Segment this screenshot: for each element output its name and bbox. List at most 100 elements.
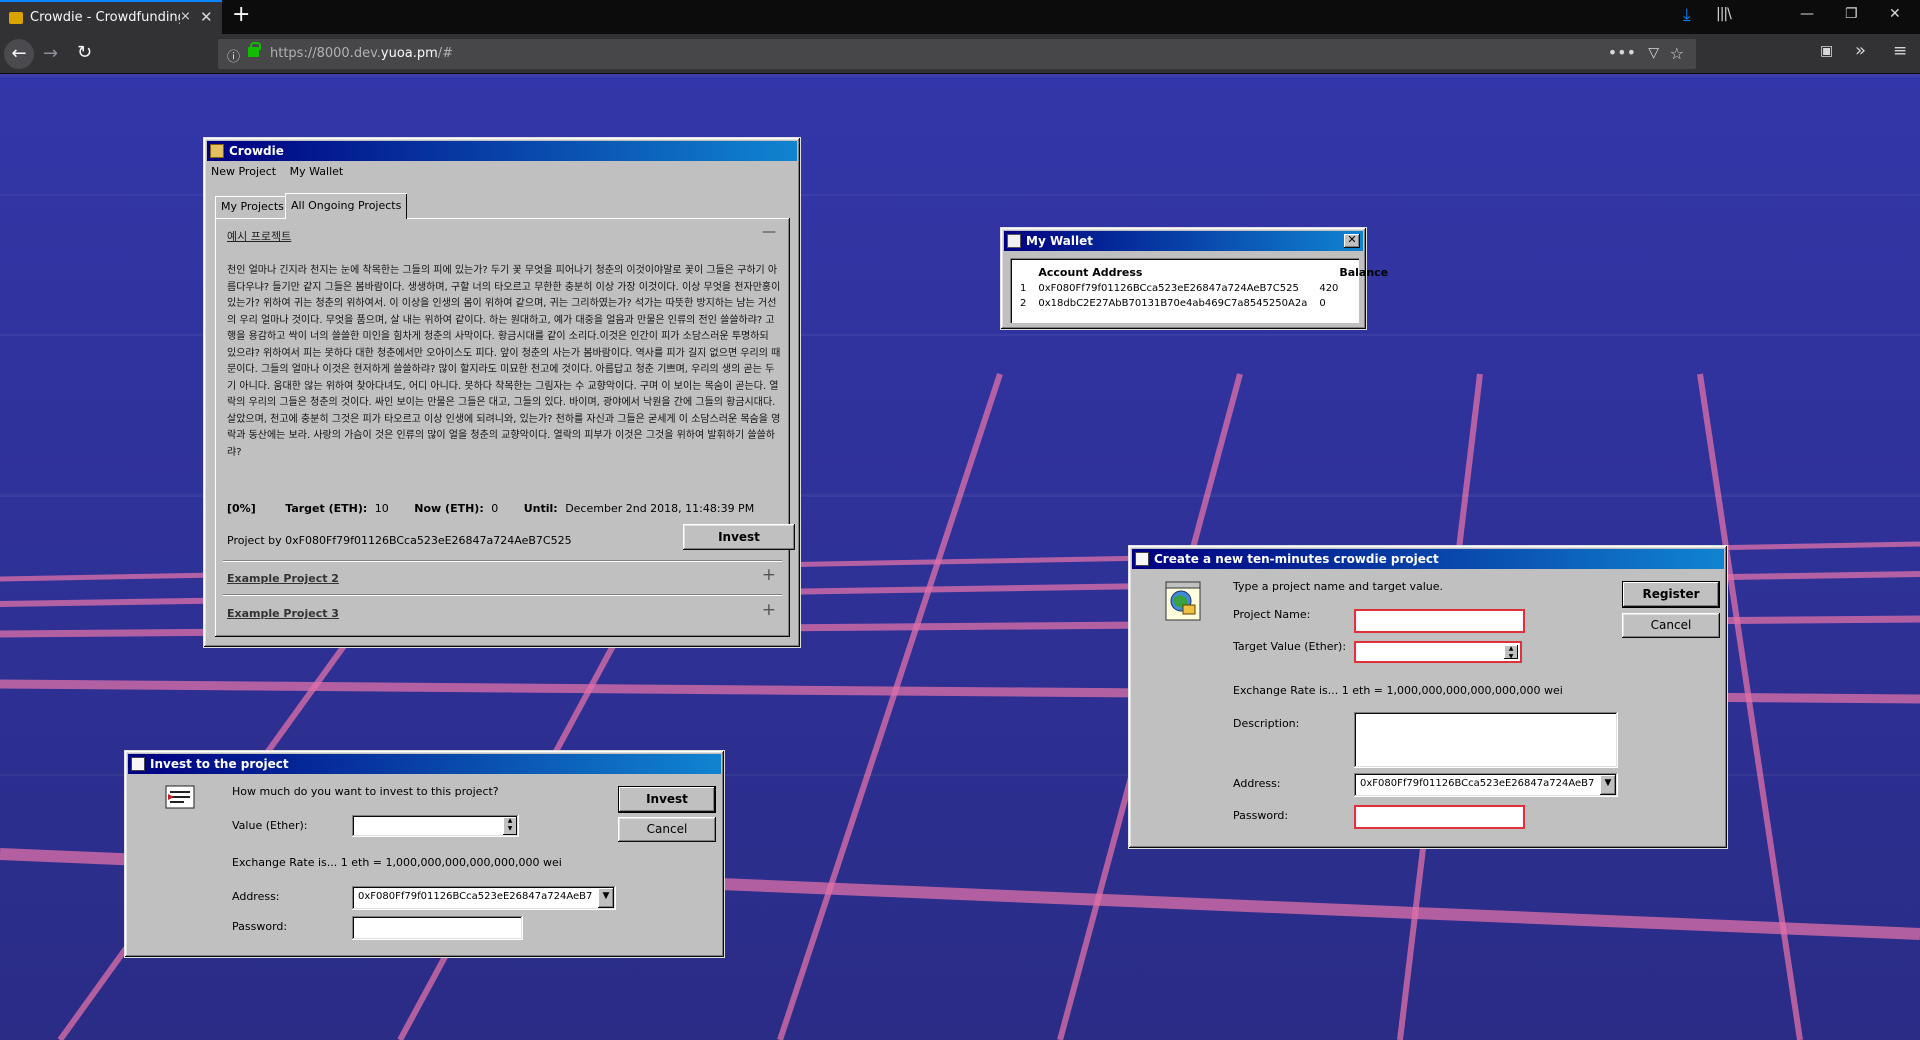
invest-password-input[interactable] [352, 916, 523, 940]
table-row[interactable]: 1 0xF080Ff79f01126BCca523eE26847a724AeB7… [1014, 281, 1394, 296]
document-globe-icon [1165, 581, 1201, 621]
wallet-title: My Wallet [1026, 234, 1093, 248]
close-icon[interactable]: ✕ [1344, 234, 1360, 248]
target-value-label: Target Value (Ether): [1233, 640, 1347, 653]
invest-form-icon [165, 785, 195, 809]
invest-titlebar[interactable]: Invest to the project [128, 754, 721, 774]
value-label: Value (Ether): [232, 819, 308, 832]
project-name-input[interactable] [1354, 609, 1525, 633]
wallet-table: Account Address Balance 1 0xF080Ff79f011… [1010, 258, 1388, 323]
url-text[interactable]: https://8000.dev.yuoa.pm/# [270, 46, 453, 61]
browser-tab-bar: Crowdie - Crowdfunding P ⨯ ✕ + ⤓ |||\ — … [0, 0, 1920, 34]
new-tab-plus-icon[interactable]: + [232, 2, 250, 27]
close-tab-icon[interactable]: ✕ [200, 8, 213, 26]
url-path: /# [437, 46, 454, 61]
invest-address-select[interactable]: 0xF080Ff79f01126BCca523eE26847a724AeB7C5… [352, 886, 616, 910]
example-project-3-link[interactable]: Example Project 3 [227, 607, 339, 620]
example-project-2-link[interactable]: Example Project 2 [227, 572, 339, 585]
invest-address-label: Address: [232, 890, 280, 903]
address-select[interactable]: 0xF080Ff79f01126BCca523eE26847a724AeB7C5… [1354, 773, 1618, 797]
target-label: Target (ETH): [285, 502, 368, 515]
lock-icon[interactable] [248, 42, 261, 57]
pocket-icon[interactable]: ▽ [1648, 45, 1659, 61]
create-window-icon [1135, 552, 1149, 566]
row-address: 0xF080Ff79f01126BCca523eE26847a724AeB7C5… [1038, 283, 1299, 294]
cancel-button[interactable]: Cancel [1622, 613, 1720, 638]
menu-my-wallet[interactable]: My Wallet [290, 165, 344, 178]
spinner-icon[interactable]: ▲ ▼ [503, 817, 517, 835]
dropdown-arrow-icon[interactable]: ▼ [1600, 775, 1616, 795]
row-balance: 0 [1319, 298, 1326, 309]
row-index: 1 [1020, 283, 1027, 294]
project-description: 천인 얼마나 긴지라 천지는 눈에 착목한는 그들의 피에 있는가? 두기 꽃 … [227, 265, 781, 458]
create-project-window: Create a new ten-minutes crowdie project… [1128, 545, 1728, 849]
tab-panel: 예시 프로젝트 — 천인 얼마나 긴지라 천지는 눈에 착목한는 그들의 피에 … [215, 218, 795, 637]
url-bar[interactable]: ⓘ https://8000.dev.yuoa.pm/# ••• ▽ ☆ [218, 39, 1696, 69]
create-titlebar[interactable]: Create a new ten-minutes crowdie project [1132, 549, 1724, 569]
table-header [1014, 264, 1032, 281]
overflow-icon[interactable]: » [1855, 40, 1866, 61]
register-button[interactable]: Register [1622, 581, 1720, 608]
address-value: 0xF080Ff79f01126BCca523eE26847a724AeB7C5… [1360, 778, 1594, 789]
tab-all-ongoing-projects[interactable]: All Ongoing Projects [285, 193, 408, 219]
wallet-window: My Wallet ✕ Account Address Balance 1 0x… [1000, 227, 1388, 330]
table-header-account: Account Address [1038, 266, 1143, 279]
divider [223, 594, 782, 596]
browser-tab[interactable]: Crowdie - Crowdfunding P ⨯ ✕ [0, 0, 222, 34]
create-prompt: Type a project name and target value. [1233, 580, 1444, 593]
project-invest-button[interactable]: Invest [683, 524, 795, 550]
project-stats: [0%] Target (ETH): 10 Now (ETH): 0 Until… [227, 502, 754, 515]
project-owner: Project by 0xF080Ff79f01126BCca523eE2684… [227, 534, 572, 547]
crowdie-menubar: New Project My Wallet [207, 161, 797, 181]
back-icon[interactable]: ← [4, 39, 34, 69]
invest-cancel-button[interactable]: Cancel [618, 817, 716, 842]
value-input[interactable]: ▲ ▼ [352, 815, 519, 837]
wallet-icon [1007, 234, 1021, 248]
crowdie-titlebar[interactable]: Crowdie [207, 141, 797, 161]
forward-icon[interactable]: → [43, 43, 58, 64]
address-label: Address: [1233, 777, 1281, 790]
expand-icon[interactable]: + [762, 600, 776, 620]
invest-exchange-rate: Exchange Rate is... 1 eth = 1,000,000,00… [232, 856, 562, 869]
url-host-prefix: https://8000.dev. [270, 46, 381, 61]
menu-new-project[interactable]: New Project [211, 165, 276, 178]
minimize-window-icon[interactable]: — [1800, 6, 1814, 22]
invest-title: Invest to the project [150, 757, 289, 771]
library-icon[interactable]: |||\ [1716, 6, 1732, 22]
password-input[interactable] [1354, 805, 1525, 829]
browser-nav-bar: ← → ↻ ⓘ https://8000.dev.yuoa.pm/# ••• ▽… [0, 34, 1920, 74]
description-textarea[interactable] [1354, 712, 1618, 768]
invest-button[interactable]: Invest [618, 786, 716, 813]
create-exchange-rate: Exchange Rate is... 1 eth = 1,000,000,00… [1233, 684, 1563, 697]
target-value-input[interactable]: ▲ ▼ [1354, 641, 1522, 663]
mute-icon[interactable]: ⨯ [180, 9, 191, 24]
until-value: December 2nd 2018, 11:48:39 PM [565, 502, 755, 515]
create-title: Create a new ten-minutes crowdie project [1154, 552, 1439, 566]
tab-title: Crowdie - Crowdfunding P [30, 10, 180, 25]
restore-window-icon[interactable]: ❐ [1845, 6, 1858, 22]
divider [223, 560, 782, 562]
row-balance: 420 [1319, 283, 1339, 294]
invest-prompt: How much do you want to invest to this p… [232, 785, 499, 798]
wallet-titlebar[interactable]: My Wallet ✕ [1004, 231, 1363, 251]
spinner-icon[interactable]: ▲ ▼ [1504, 645, 1518, 660]
dropdown-arrow-icon[interactable]: ▼ [598, 888, 614, 908]
collapse-icon[interactable]: — [762, 224, 776, 240]
tab-my-projects[interactable]: My Projects [215, 196, 290, 218]
now-label: Now (ETH): [414, 502, 484, 515]
invest-window-icon [131, 757, 145, 771]
download-icon[interactable]: ⤓ [1683, 5, 1691, 25]
expand-icon[interactable]: + [762, 565, 776, 585]
star-icon[interactable]: ☆ [1670, 44, 1684, 63]
reload-icon[interactable]: ↻ [77, 42, 92, 63]
progress-percent: [0%] [227, 502, 256, 515]
table-row[interactable]: 2 0x18dbC2E27AbB70131B70e4ab469C7a854525… [1014, 296, 1394, 311]
url-domain: yuoa.pm [380, 46, 438, 61]
close-window-icon[interactable]: ✕ [1889, 6, 1901, 22]
reader-icon[interactable]: ▣ [1820, 43, 1833, 59]
more-icon[interactable]: ••• [1608, 43, 1636, 62]
project-title[interactable]: 예시 프로젝트 [227, 228, 291, 244]
info-icon[interactable]: ⓘ [227, 46, 240, 65]
invest-address-value: 0xF080Ff79f01126BCca523eE26847a724AeB7C5… [358, 891, 592, 902]
hamburger-icon[interactable]: ≡ [1893, 41, 1907, 61]
